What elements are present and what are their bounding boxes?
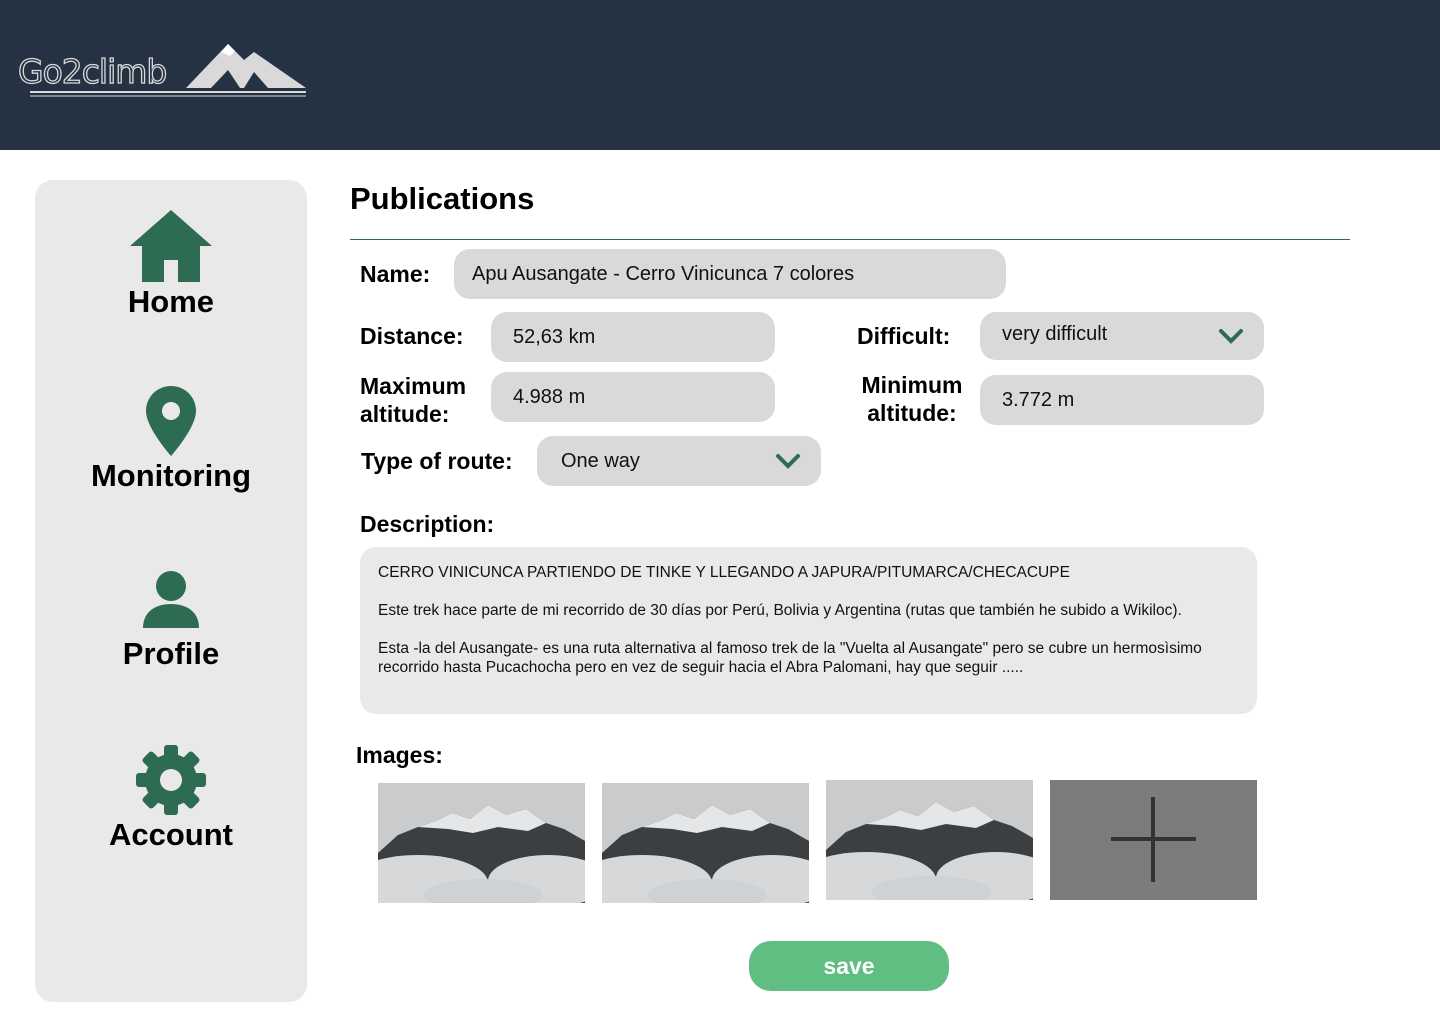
difficult-value: very difficult <box>1002 323 1108 345</box>
description-paragraph: Esta -la del Ausangate- es una ruta alte… <box>378 640 1202 676</box>
image-thumbnail[interactable] <box>378 783 585 903</box>
sidebar-item-home[interactable]: Home <box>35 210 307 320</box>
chevron-down-icon <box>776 454 800 469</box>
max-altitude-label: Maximum altitude: <box>360 373 467 427</box>
chevron-down-icon <box>1219 329 1243 344</box>
description-paragraph: CERRO VINICUNCA PARTIENDO DE TINKE Y LLE… <box>378 564 1070 581</box>
description-textarea[interactable]: CERRO VINICUNCA PARTIENDO DE TINKE Y LLE… <box>360 547 1257 714</box>
app-header: Go2climb <box>0 0 1440 150</box>
save-button[interactable]: save <box>749 941 949 991</box>
home-icon <box>130 210 212 282</box>
mountain-photo <box>826 780 1033 900</box>
image-thumbnail[interactable] <box>602 783 809 903</box>
page-title: Publications <box>350 181 535 216</box>
max-altitude-field[interactable]: 4.988 m <box>491 372 775 422</box>
route-type-label: Type of route: <box>361 448 513 474</box>
gear-icon <box>136 745 206 815</box>
sidebar-item-label: Profile <box>122 636 220 671</box>
sidebar-item-label: Account <box>109 817 233 852</box>
description-label: Description: <box>360 511 495 537</box>
route-type-value: One way <box>561 450 640 472</box>
difficult-label: Difficult: <box>857 323 951 349</box>
distance-field[interactable]: 52,63 km <box>491 312 775 362</box>
images-label: Images: <box>356 742 443 768</box>
sidebar-item-label: Home <box>127 284 215 319</box>
sidebar-item-monitoring[interactable]: Monitoring <box>35 386 307 494</box>
sidebar-item-profile[interactable]: Profile <box>35 570 307 672</box>
user-icon <box>143 571 199 628</box>
min-altitude-field[interactable]: 3.772 m <box>980 375 1264 425</box>
sidebar: Home Monitoring Profile Account <box>35 180 307 1002</box>
sidebar-item-account[interactable]: Account <box>35 745 307 853</box>
mountain-photo <box>602 783 809 903</box>
logo[interactable]: Go2climb <box>16 34 316 100</box>
add-image-button[interactable] <box>1050 780 1257 900</box>
min-altitude-label: Minimum altitude: <box>861 372 963 426</box>
max-altitude-value: 4.988 m <box>513 386 586 408</box>
distance-value: 52,63 km <box>513 326 596 348</box>
plus-icon <box>1111 797 1196 882</box>
name-label: Name: <box>360 261 431 287</box>
mountain-photo <box>378 783 585 903</box>
title-divider <box>350 239 1350 240</box>
description-paragraph: Este trek hace parte de mi recorrido de … <box>378 602 1182 619</box>
map-pin-icon <box>146 386 196 456</box>
difficult-select[interactable]: very difficult <box>980 312 1264 360</box>
name-field[interactable]: Apu Ausangate - Cerro Vinicunca 7 colore… <box>454 249 1006 299</box>
mountain-logo-icon <box>30 44 306 97</box>
min-altitude-value: 3.772 m <box>1002 389 1075 411</box>
name-value: Apu Ausangate - Cerro Vinicunca 7 colore… <box>472 263 855 285</box>
image-thumbnail[interactable] <box>826 780 1033 900</box>
sidebar-item-label: Monitoring <box>90 458 252 493</box>
distance-label: Distance: <box>360 323 464 349</box>
route-type-select[interactable]: One way <box>537 436 821 486</box>
